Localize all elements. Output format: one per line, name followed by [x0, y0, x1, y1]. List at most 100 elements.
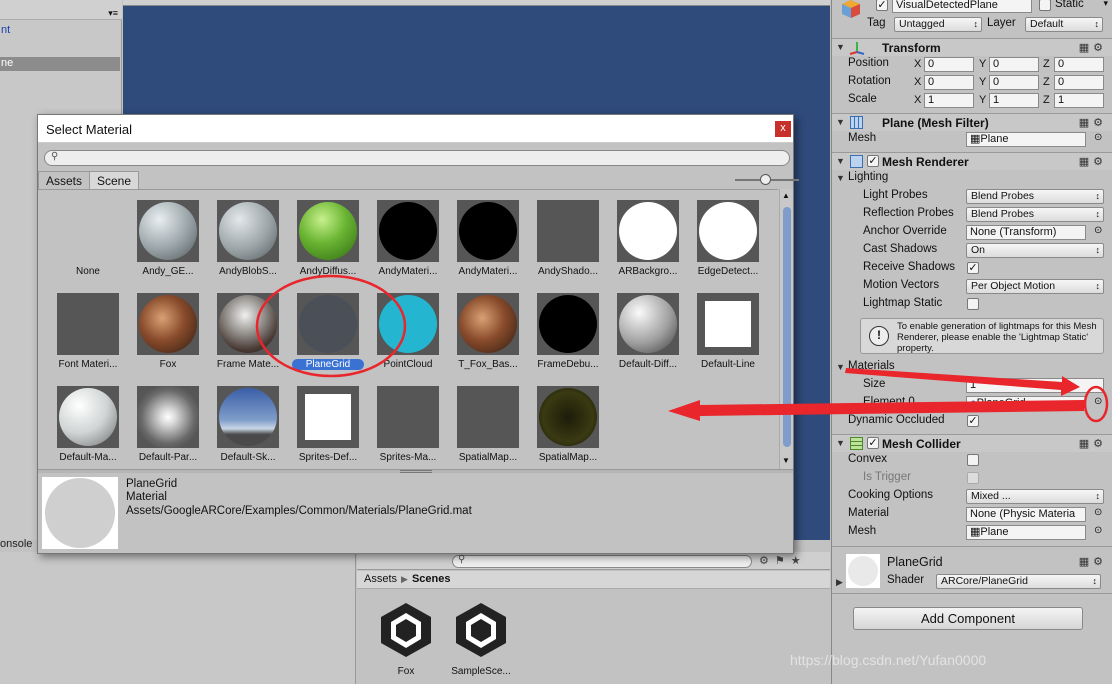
lightmap-static-checkbox[interactable] — [967, 298, 979, 310]
scale-x-input[interactable]: 1 — [924, 93, 974, 108]
tag-dropdown[interactable]: Untagged — [894, 17, 982, 32]
object-picker-icon[interactable]: ⊙ — [1094, 525, 1102, 536]
dynamic-occluded-checkbox[interactable]: ✓ — [967, 415, 979, 427]
transform-header[interactable]: ▼ Transform ▦⚙ — [832, 38, 1112, 56]
rotation-x-input[interactable]: 0 — [924, 75, 974, 90]
anchor-override-field[interactable]: None (Transform) — [966, 225, 1086, 240]
dialog-titlebar[interactable]: Select Material x — [38, 115, 793, 143]
cast-shadows-dropdown[interactable]: On — [966, 243, 1104, 258]
mesh-collider-header[interactable]: ▼ ✓ Mesh Collider ▦⚙ — [832, 434, 1112, 452]
material-item[interactable]: Default-Sk... — [208, 386, 288, 463]
material-item[interactable]: Font Materi... — [48, 293, 128, 370]
position-y-input[interactable]: 0 — [989, 57, 1039, 72]
mesh-filter-header[interactable]: ▼ Plane (Mesh Filter) ▦⚙ — [832, 113, 1112, 131]
material-search-input[interactable]: ⚲ — [44, 150, 790, 166]
material-item[interactable]: AndyBlobS... — [208, 200, 288, 277]
material-item[interactable]: PointCloud — [368, 293, 448, 370]
project-search-input[interactable]: ⚲ — [452, 554, 752, 568]
material-item[interactable]: Frame Mate... — [208, 293, 288, 370]
material-item[interactable]: AndyDiffus... — [288, 200, 368, 277]
material-item[interactable]: SpatialMap... — [448, 386, 528, 463]
project-toolbar-icons[interactable]: ⚙⚑★ — [759, 554, 807, 567]
material-item[interactable]: SpatialMap... — [528, 386, 608, 463]
component-settings-icons[interactable]: ▦⚙ — [1079, 41, 1107, 54]
object-picker-icon[interactable]: ⊙ — [1094, 225, 1102, 236]
material-item[interactable]: EdgeDetect... — [688, 200, 768, 277]
shader-dropdown[interactable]: ARCore/PlaneGrid — [936, 574, 1101, 589]
component-settings-icons[interactable]: ▦⚙ — [1079, 116, 1107, 129]
component-settings-icons[interactable]: ▦⚙ — [1079, 555, 1107, 568]
convex-checkbox[interactable] — [967, 454, 979, 466]
object-name-input[interactable]: VisualDetectedPlane — [892, 0, 1032, 13]
breadcrumb-assets[interactable]: Assets — [364, 573, 397, 585]
scrollbar[interactable]: ▲ ▼ — [779, 189, 793, 469]
scrollbar-thumb[interactable] — [783, 207, 791, 447]
mesh-collider-enabled-checkbox[interactable]: ✓ — [867, 437, 879, 449]
layer-dropdown[interactable]: Default — [1025, 17, 1103, 32]
hierarchy-menu-icon[interactable]: ▾≡ — [108, 8, 118, 19]
materials-size-input[interactable]: 1 — [966, 378, 1104, 393]
light-probes-dropdown[interactable]: Blend Probes — [966, 189, 1104, 204]
zoom-slider-handle[interactable] — [760, 174, 771, 185]
material-item[interactable]: Default-Diff... — [608, 293, 688, 370]
asset-fox[interactable]: Fox — [371, 599, 441, 677]
position-z-input[interactable]: 0 — [1054, 57, 1104, 72]
object-picker-icon[interactable]: ⊙ — [1094, 396, 1102, 407]
physic-material-field[interactable]: None (Physic Materia — [966, 507, 1086, 522]
asset-samplescene[interactable]: SampleSce... — [446, 599, 516, 677]
mesh-field[interactable]: ▦Plane — [966, 132, 1086, 147]
material-item[interactable]: Default-Line — [688, 293, 768, 370]
foldout-icon[interactable]: ▼ — [836, 362, 845, 372]
component-settings-icons[interactable]: ▦⚙ — [1079, 437, 1107, 450]
rotation-y-input[interactable]: 0 — [989, 75, 1039, 90]
material-item[interactable]: AndyMateri... — [368, 200, 448, 277]
foldout-icon[interactable]: ▼ — [836, 42, 845, 52]
material-item[interactable]: PlaneGrid — [288, 293, 368, 370]
material-item[interactable]: Andy_GE... — [128, 200, 208, 277]
static-checkbox[interactable] — [1039, 0, 1051, 11]
hierarchy-item[interactable]: nt — [0, 24, 120, 38]
static-dropdown-icon[interactable]: ▾ — [1103, 0, 1108, 9]
breadcrumb-scenes[interactable]: Scenes — [412, 573, 451, 585]
receive-shadows-checkbox[interactable]: ✓ — [967, 262, 979, 274]
motion-vectors-dropdown[interactable]: Per Object Motion — [966, 279, 1104, 294]
foldout-icon[interactable]: ▼ — [836, 156, 845, 166]
material-item[interactable]: AndyShado... — [528, 200, 608, 277]
scale-y-input[interactable]: 1 — [989, 93, 1039, 108]
material-item[interactable]: ARBackgro... — [608, 200, 688, 277]
mesh-renderer-enabled-checkbox[interactable]: ✓ — [867, 155, 879, 167]
foldout-icon[interactable]: ▼ — [836, 173, 845, 183]
mesh-renderer-header[interactable]: ▼ ✓ Mesh Renderer ▦⚙ — [832, 152, 1112, 170]
scroll-down-icon[interactable]: ▼ — [782, 456, 790, 465]
tab-scene[interactable]: Scene — [89, 171, 140, 189]
element0-field[interactable]: ●PlaneGrid — [966, 396, 1086, 411]
material-item[interactable]: FrameDebu... — [528, 293, 608, 370]
active-checkbox[interactable]: ✓ — [876, 0, 888, 11]
scroll-up-icon[interactable]: ▲ — [782, 191, 790, 200]
position-x-input[interactable]: 0 — [924, 57, 974, 72]
material-item[interactable]: T_Fox_Bas... — [448, 293, 528, 370]
collider-mesh-field[interactable]: ▦Plane — [966, 525, 1086, 540]
material-item[interactable]: Default-Ma... — [48, 386, 128, 463]
hierarchy-item-selected[interactable]: ne — [0, 57, 120, 71]
material-item[interactable]: Sprites-Ma... — [368, 386, 448, 463]
material-item[interactable]: AndyMateri... — [448, 200, 528, 277]
material-item[interactable]: None — [48, 200, 128, 277]
material-item[interactable]: Sprites-Def... — [288, 386, 368, 463]
close-button[interactable]: x — [775, 121, 791, 137]
scale-z-input[interactable]: 1 — [1054, 93, 1104, 108]
tab-assets[interactable]: Assets — [38, 171, 91, 189]
rotation-z-input[interactable]: 0 — [1054, 75, 1104, 90]
console-tab[interactable]: onsole — [0, 538, 40, 552]
reflection-probes-dropdown[interactable]: Blend Probes — [966, 207, 1104, 222]
foldout-icon[interactable]: ▶ — [836, 577, 843, 588]
object-picker-icon[interactable]: ⊙ — [1094, 132, 1102, 143]
component-settings-icons[interactable]: ▦⚙ — [1079, 155, 1107, 168]
object-picker-icon[interactable]: ⊙ — [1094, 507, 1102, 518]
cooking-options-dropdown[interactable]: Mixed ... — [966, 489, 1104, 504]
foldout-icon[interactable]: ▼ — [836, 438, 845, 448]
material-item[interactable]: Fox — [128, 293, 208, 370]
material-item[interactable]: Default-Par... — [128, 386, 208, 463]
add-component-button[interactable]: Add Component — [853, 607, 1083, 630]
foldout-icon[interactable]: ▼ — [836, 117, 845, 127]
